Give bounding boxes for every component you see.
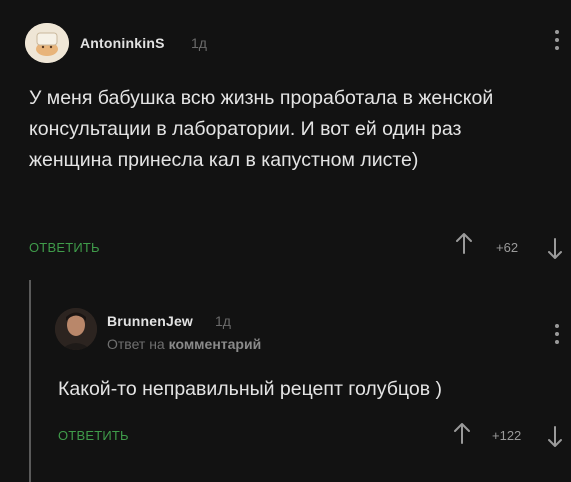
arrow-up-icon[interactable] <box>455 232 473 254</box>
reply-to-link[interactable]: комментарий <box>169 336 262 352</box>
comment-text: У меня бабушка всю жизнь проработала в ж… <box>29 87 494 171</box>
reply-to-prefix: Ответ на <box>107 336 165 352</box>
arrow-down-icon[interactable] <box>547 426 563 448</box>
comment-1: AntoninkinS 1д У меня бабушка всю жизнь … <box>0 0 571 280</box>
more-vertical-icon[interactable] <box>554 30 560 54</box>
arrow-down-icon[interactable] <box>547 238 563 260</box>
comment-text: Какой-то неправильный рецепт голубцов ) <box>58 378 442 400</box>
reply-to: Ответ на комментарий <box>107 336 261 352</box>
username[interactable]: AntoninkinS <box>80 35 165 51</box>
username[interactable]: BrunnenJew <box>107 313 193 329</box>
reply-button[interactable]: ОТВЕТИТЬ <box>58 428 129 443</box>
rating: +62 <box>496 240 519 255</box>
arrow-up-icon[interactable] <box>453 422 471 444</box>
more-vertical-icon[interactable] <box>554 324 560 348</box>
reply-button[interactable]: ОТВЕТИТЬ <box>29 240 100 255</box>
avatar[interactable] <box>25 23 69 63</box>
rating: +122 <box>492 428 522 443</box>
comment-2: BrunnenJew 1д Ответ на комментарий Какой… <box>0 282 571 482</box>
comment-age: 1д <box>191 35 207 51</box>
avatar[interactable] <box>55 308 97 350</box>
comment-age: 1д <box>215 313 231 329</box>
